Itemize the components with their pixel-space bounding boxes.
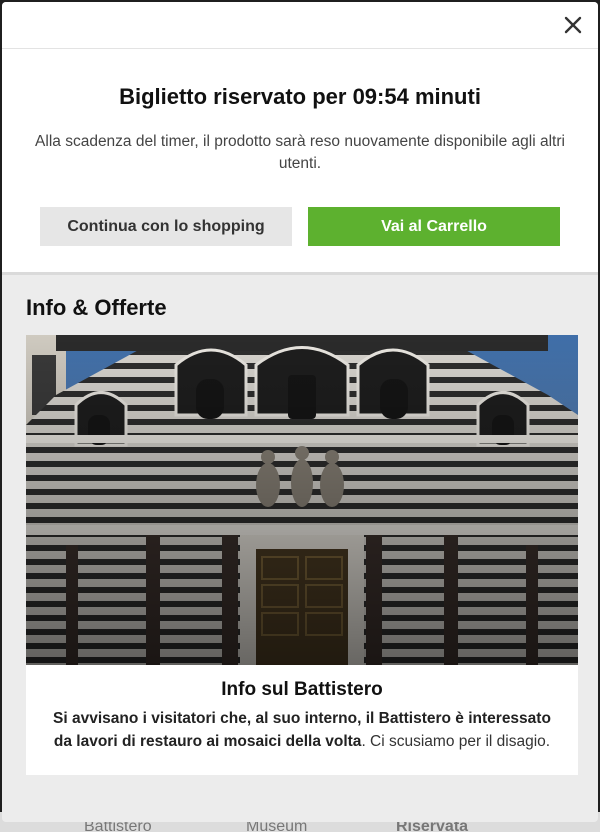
modal-header (2, 2, 598, 49)
reservation-title: Biglietto riservato per 09:54 minuti (119, 84, 481, 109)
close-icon (564, 16, 582, 34)
info-card-title: Info sul Battistero (221, 679, 383, 700)
go-to-cart-button[interactable]: Vai al Carrello (308, 207, 560, 246)
reservation-description: Alla scadenza del timer, il prodotto sar… (35, 133, 565, 172)
info-card-text-rest: . Ci scusiamo per il disagio. (361, 733, 551, 750)
continue-shopping-button[interactable]: Continua con lo shopping (40, 207, 292, 246)
info-section: Info & Offerte Info sul Battistero Si av… (2, 293, 598, 775)
reservation-panel: Biglietto riservato per 09:54 minuti All… (2, 49, 598, 275)
baptistery-photo (26, 335, 578, 665)
info-card-text: Si avvisano i visitatori che, al suo int… (42, 707, 562, 753)
close-button[interactable] (560, 12, 586, 38)
info-heading: Info & Offerte (26, 295, 167, 320)
info-card: Info sul Battistero Si avvisano i visita… (26, 335, 578, 775)
action-buttons: Continua con lo shopping Vai al Carrello (2, 207, 598, 246)
reservation-modal: Biglietto riservato per 09:54 minuti All… (2, 2, 598, 822)
info-card-body: Info sul Battistero Si avvisano i visita… (26, 665, 578, 775)
